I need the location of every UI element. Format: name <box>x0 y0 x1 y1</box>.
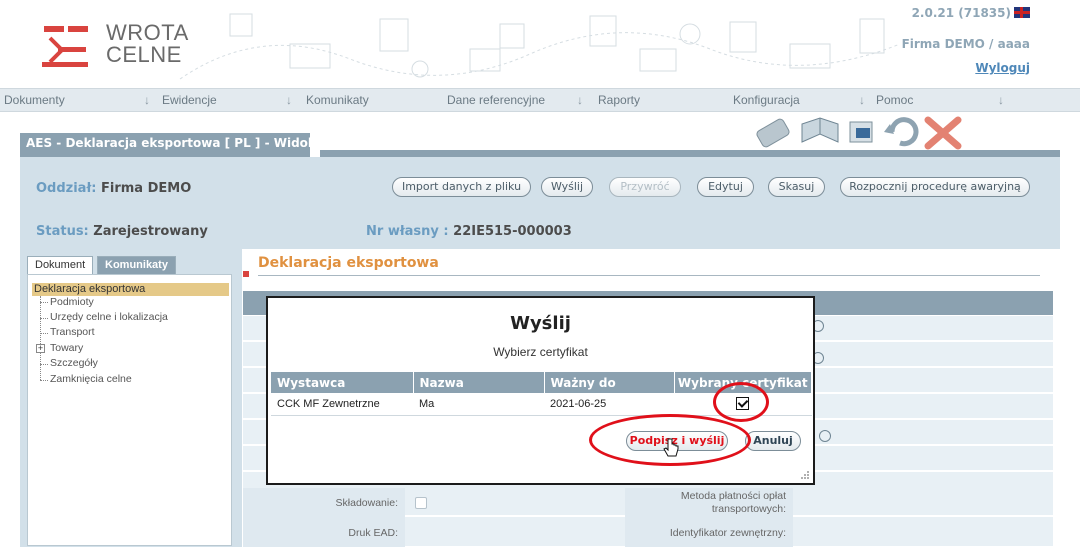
cell-selected <box>674 393 812 416</box>
cell-name: Ma <box>413 393 544 416</box>
status-label: Status: <box>36 224 89 239</box>
document-export-icon[interactable] <box>849 121 873 143</box>
search-icon[interactable] <box>819 430 831 442</box>
column-header-selected: Wybrany certyfikat <box>674 372 812 393</box>
company-user-label: Firma DEMO / aaaa <box>901 37 1030 51</box>
menu-ewidencje[interactable]: Ewidencje ↓ <box>162 89 292 111</box>
own-number-label: Nr własny : <box>366 224 449 239</box>
menu-label: Komunikaty <box>306 93 369 107</box>
tree-item-zamkniecia[interactable]: Zamknięcia celne <box>50 373 132 385</box>
edit-button[interactable]: Edytuj <box>697 177 754 197</box>
tree-connector <box>40 302 48 303</box>
menu-label: Konfiguracja <box>733 93 800 107</box>
logo-icon <box>42 26 88 67</box>
certificate-table: Wystawca Nazwa Ważny do Wybrany certyfik… <box>271 372 812 416</box>
logo-line1: WROTA <box>106 20 189 45</box>
menu-konfiguracja[interactable]: Konfiguracja ↓ <box>733 89 865 111</box>
column-header-name: Nazwa <box>413 372 545 393</box>
tree-item-urzedy[interactable]: Urzędy celne i lokalizacja <box>50 311 168 323</box>
resize-grip-icon[interactable] <box>800 470 809 479</box>
column-header-issuer: Wystawca <box>271 372 414 393</box>
certificate-checkbox[interactable] <box>736 397 750 411</box>
menu-dokumenty[interactable]: Dokumenty ↓ <box>4 89 154 111</box>
chevron-down-icon: ↓ <box>577 93 583 107</box>
table-row[interactable]: CCK MF Zewnetrzne Ma 2021-06-25 <box>271 393 812 416</box>
page-title: AES - Deklaracja eksportowa [ PL ] - Wid… <box>26 136 316 150</box>
hand-cursor-icon <box>663 438 679 457</box>
menu-label: Dane referencyjne <box>447 93 546 107</box>
header-background-illustration <box>179 13 901 80</box>
version-text: 2.0.21 (71835) <box>911 6 1011 20</box>
tree-item-transport[interactable]: Transport <box>50 326 95 338</box>
cell-valid-to: 2021-06-25 <box>544 393 674 416</box>
branch-label: Oddział: <box>36 181 97 196</box>
tree-item-podmioty[interactable]: Podmioty <box>50 296 94 308</box>
chevron-down-icon: ↓ <box>998 93 1004 107</box>
section-heading: Deklaracja eksportowa <box>258 255 439 271</box>
tree-connector <box>40 380 48 381</box>
chevron-down-icon: ↓ <box>144 93 150 107</box>
logout-link[interactable]: Wyloguj <box>975 61 1030 75</box>
menu-dane-referencyjne[interactable]: Dane referencyjne ↓ <box>447 89 587 111</box>
toolbar-icons <box>756 116 962 150</box>
storage-checkbox[interactable] <box>415 497 427 509</box>
title-stripe <box>320 150 1060 157</box>
tree-item-root[interactable]: Deklaracja eksportowa <box>32 283 229 296</box>
book-icon[interactable] <box>801 117 839 143</box>
menu-komunikaty[interactable]: Komunikaty <box>306 89 436 111</box>
section-divider <box>258 275 1040 276</box>
column-header-valid-to: Ważny do <box>544 372 675 393</box>
app-header: WROTA CELNE 2.0.21 (71835) Firma DEMO / … <box>0 0 1080 88</box>
close-icon[interactable] <box>924 116 962 150</box>
status-info: Status: Zarejestrowany <box>36 224 208 239</box>
storage-label: Składowanie: <box>335 497 398 509</box>
external-id-label: Identyfikator zewnętrzny: <box>669 527 786 539</box>
language-flag-icon[interactable] <box>1014 7 1030 18</box>
menu-label: Dokumenty <box>4 93 65 107</box>
cell-issuer: CCK MF Zewnetrzne <box>271 393 413 416</box>
menu-label: Raporty <box>598 93 641 107</box>
branch-value: Firma DEMO <box>101 181 192 196</box>
chevron-down-icon: ↓ <box>286 93 292 107</box>
own-number-info: Nr własny : 22IE515-000003 <box>366 224 572 239</box>
status-value: Zarejestrowany <box>93 224 208 239</box>
tab-messages[interactable]: Komunikaty <box>97 256 176 275</box>
tab-document[interactable]: Dokument <box>27 256 94 275</box>
own-number-value: 22IE515-000003 <box>453 224 572 239</box>
expand-plus-icon[interactable]: + <box>36 344 45 353</box>
refresh-icon[interactable] <box>884 117 919 147</box>
restore-button: Przywróć <box>609 177 681 197</box>
tree-item-szczegoly[interactable]: Szczegóły <box>50 357 98 369</box>
branch-info: Oddział: Firma DEMO <box>36 181 191 196</box>
menu-pomoc[interactable]: Pomoc ↓ <box>876 89 1006 111</box>
version-label: 2.0.21 (71835) <box>912 6 1030 20</box>
dialog-title: Wyślij <box>510 313 571 334</box>
emergency-procedure-button[interactable]: Rozpocznij procedurę awaryjną <box>840 177 1030 197</box>
tree-item-towary[interactable]: Towary <box>50 342 83 354</box>
menu-label: Ewidencje <box>162 93 217 107</box>
delete-button[interactable]: Skasuj <box>768 177 825 197</box>
section-marker <box>243 271 249 277</box>
tree-connector <box>40 364 48 365</box>
logo-wordmark: WROTA CELNE <box>106 22 189 66</box>
dialog-subtitle: Wybierz certyfikat <box>493 345 588 359</box>
tree-connector <box>40 333 48 334</box>
payment-method-label-line2: transportowych: <box>711 503 786 515</box>
phone-icon[interactable] <box>756 118 791 149</box>
tree-connector <box>40 318 48 319</box>
send-dialog: Wyślij Wybierz certyfikat Wystawca Nazwa… <box>266 296 815 485</box>
ead-label: Druk EAD: <box>348 527 398 539</box>
menu-raporty[interactable]: Raporty <box>598 89 718 111</box>
chevron-down-icon: ↓ <box>859 93 865 107</box>
dialog-cancel-button[interactable]: Anuluj <box>745 431 801 451</box>
send-button[interactable]: Wyślij <box>541 177 593 197</box>
logo-line2: CELNE <box>106 42 182 67</box>
tree-connector <box>40 296 41 380</box>
import-button[interactable]: Import danych z pliku <box>392 177 531 197</box>
main-menu: Dokumenty ↓ Ewidencje ↓ Komunikaty Dane re… <box>0 88 1080 112</box>
logo: WROTA CELNE <box>36 22 188 74</box>
payment-method-label-line1: Metoda płatności opłat <box>680 490 786 502</box>
menu-label: Pomoc <box>876 93 914 107</box>
table-header-row: Wystawca Nazwa Ważny do Wybrany certyfik… <box>271 372 812 393</box>
